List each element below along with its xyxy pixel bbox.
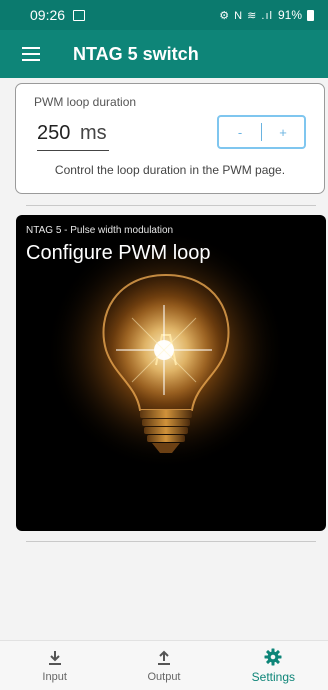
image-notification-icon [73, 9, 86, 21]
download-icon [47, 648, 63, 668]
app-title: NTAG 5 switch [73, 43, 199, 64]
hamburger-menu-icon[interactable] [22, 47, 40, 61]
hero-subtitle: NTAG 5 - Pulse width modulation [26, 225, 174, 236]
bottom-navigation: Input Output Settings [0, 640, 328, 690]
pwm-duration-field[interactable]: 250 ms [37, 122, 109, 151]
status-indicators: ⚙ N ≋ .ıl [219, 9, 273, 22]
status-bar: 09:26 ⚙ N ≋ .ıl 91% [0, 0, 328, 30]
pwm-duration-unit: ms [80, 122, 107, 144]
pwm-duration-value[interactable]: 250 [37, 122, 70, 145]
nav-item-output[interactable]: Output [109, 641, 218, 690]
nav-label-settings: Settings [251, 670, 295, 684]
decrement-button[interactable]: - [219, 125, 261, 140]
battery-icon [307, 9, 314, 21]
hero-title: Configure PWM loop [26, 242, 211, 264]
divider [26, 205, 316, 206]
configure-pwm-card[interactable]: NTAG 5 - Pulse width modulation Configur… [16, 215, 326, 531]
nav-item-settings[interactable]: Settings [219, 641, 328, 690]
upload-icon [156, 648, 172, 668]
divider [26, 541, 316, 542]
nav-label-output: Output [147, 671, 181, 683]
pwm-duration-label: PWM loop duration [34, 95, 137, 109]
status-time: 09:26 [30, 7, 66, 23]
pwm-duration-card: PWM loop duration 250 ms - + Control the… [15, 83, 325, 194]
nav-item-input[interactable]: Input [0, 641, 109, 690]
increment-button[interactable]: + [262, 125, 304, 140]
app-bar: NTAG 5 switch [0, 30, 328, 78]
pwm-duration-stepper: - + [217, 115, 306, 149]
nav-label-input: Input [42, 671, 67, 683]
pwm-duration-help: Control the loop duration in the PWM pag… [54, 163, 286, 177]
gear-icon [264, 647, 282, 667]
battery-percent: 91% [277, 8, 302, 22]
